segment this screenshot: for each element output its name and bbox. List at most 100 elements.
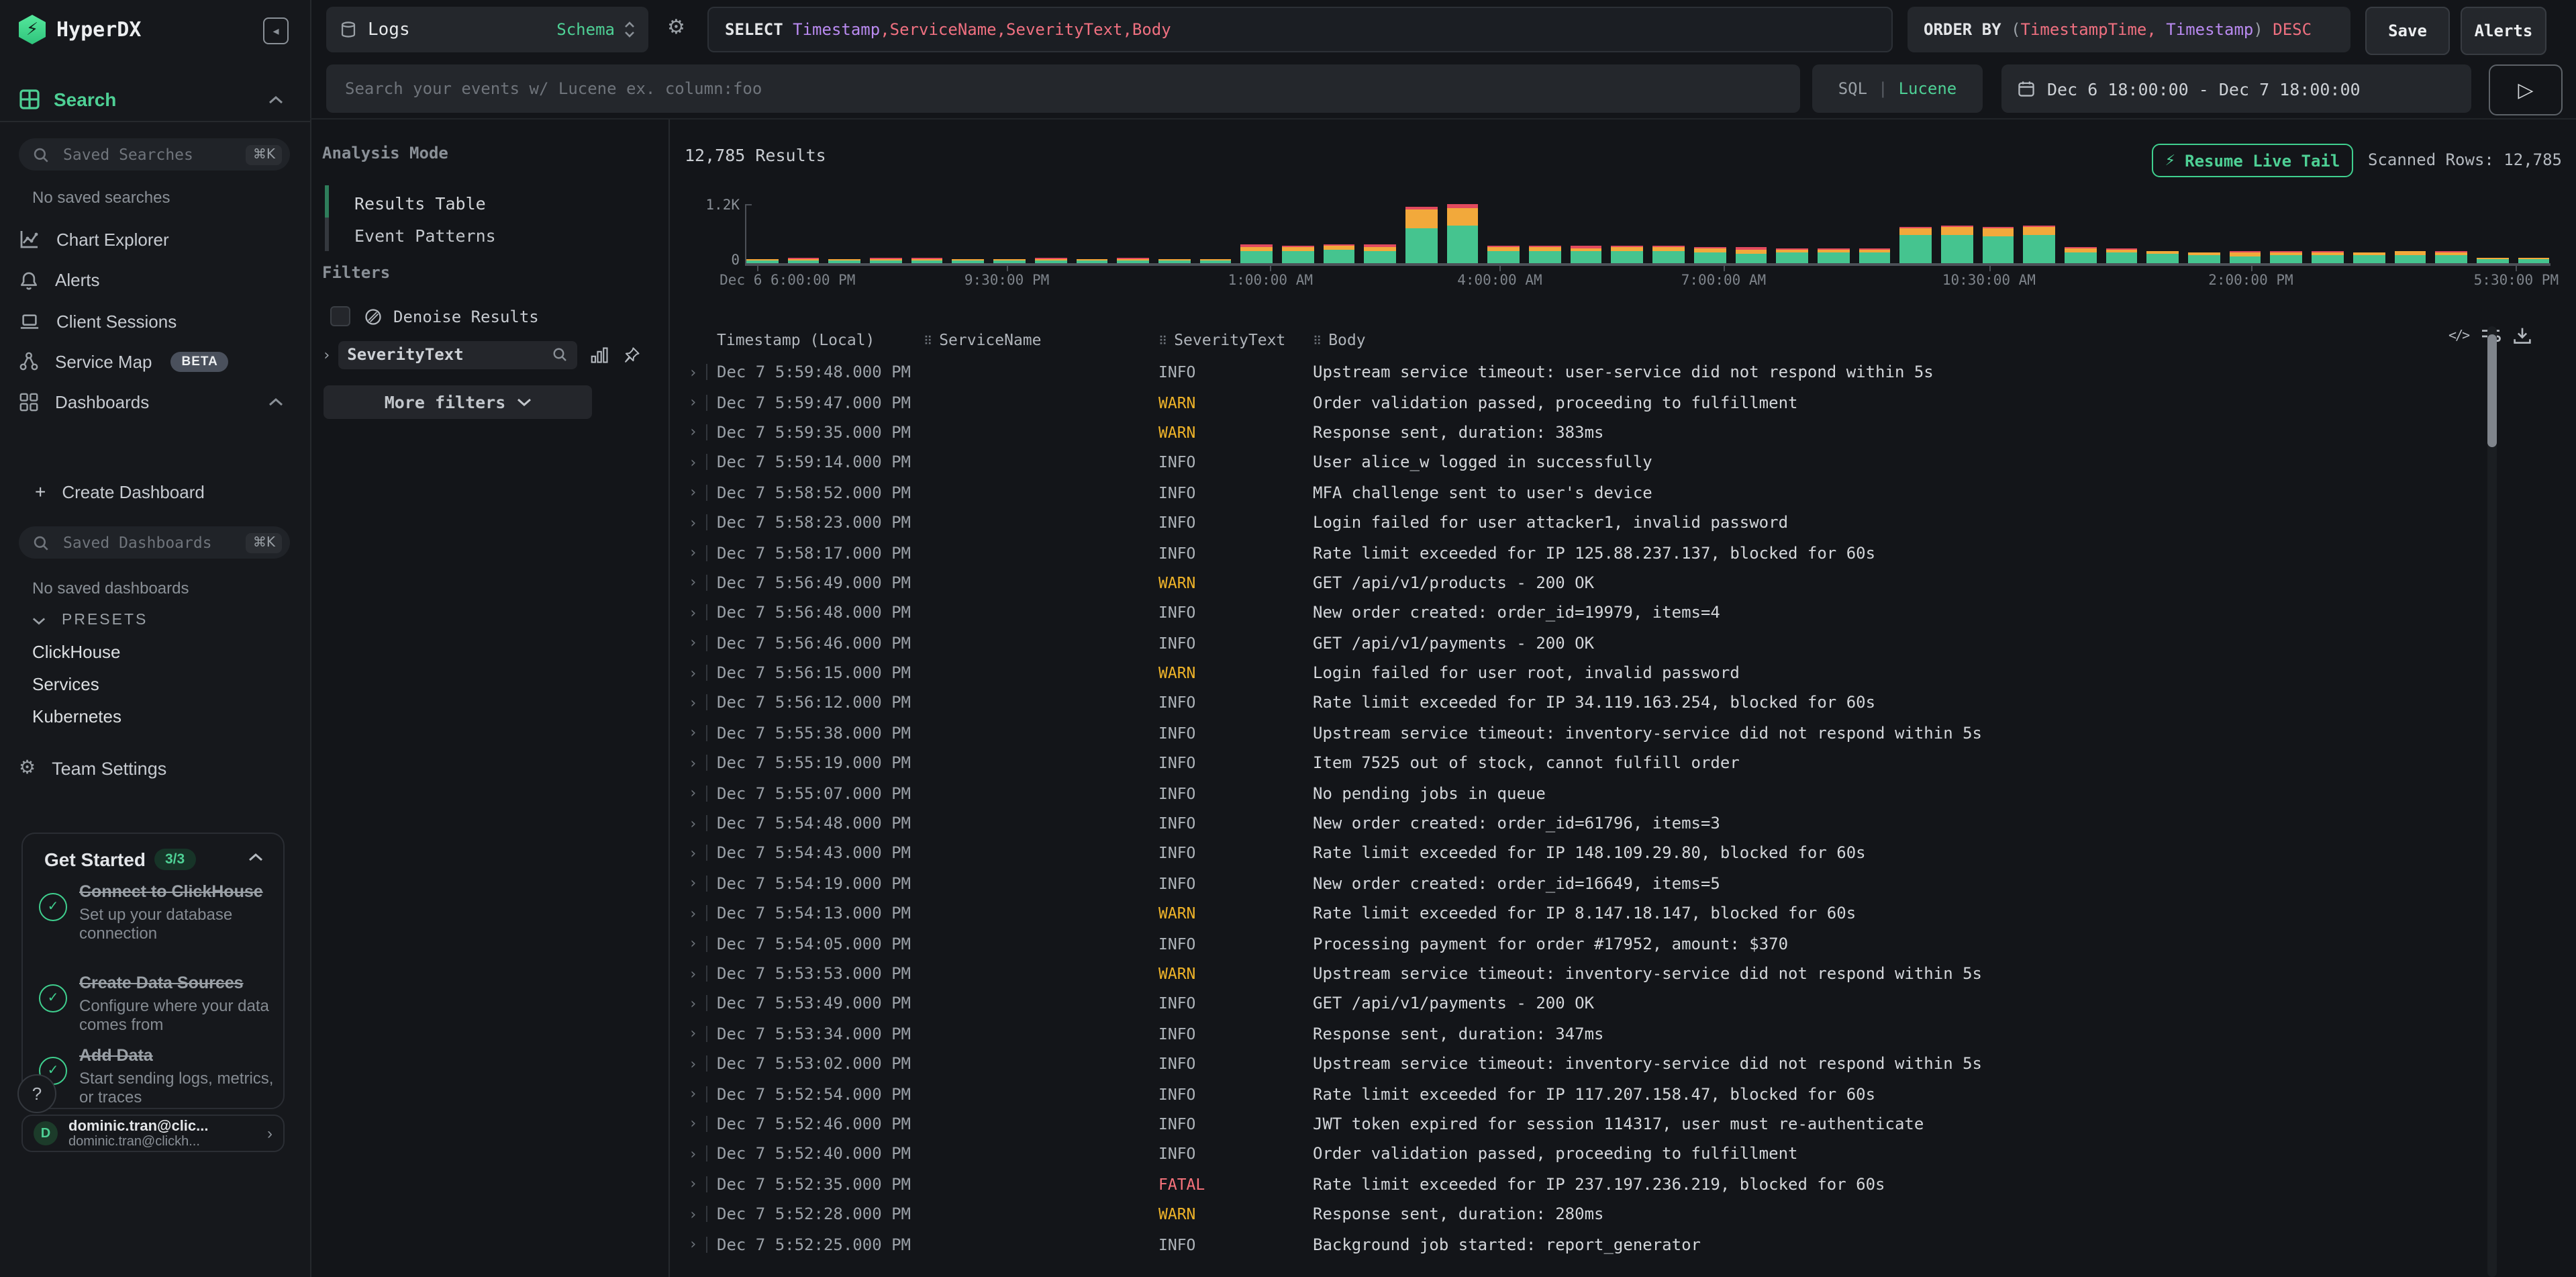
column-header-servicename[interactable]: ⠿ServiceName — [924, 330, 1158, 349]
get-started-task[interactable]: ✓ Add Data Start sending logs, metrics, … — [39, 1046, 275, 1108]
expand-row-icon[interactable]: › — [689, 1235, 697, 1253]
expand-row-icon[interactable]: › — [689, 544, 697, 561]
expand-row-icon[interactable]: › — [689, 1085, 697, 1102]
expand-row-icon[interactable]: › — [689, 694, 697, 712]
expand-row-icon[interactable]: › — [689, 755, 697, 772]
expand-row-icon[interactable]: › — [689, 424, 697, 441]
table-row[interactable]: › Dec 7 5:56:12.000 PM INFO Rate limit e… — [670, 688, 2495, 718]
expand-row-icon[interactable]: › — [689, 363, 697, 381]
select-clause-input[interactable]: SELECT Timestamp,ServiceName,SeverityTex… — [707, 7, 1893, 52]
denoise-results-toggle[interactable]: Denoise Results — [330, 306, 539, 326]
source-settings-gear-icon[interactable]: ⚙ — [667, 15, 685, 39]
table-row[interactable]: › Dec 7 5:53:49.000 PM INFO GET /api/v1/… — [670, 988, 2495, 1019]
histogram-bar[interactable] — [1405, 207, 1437, 263]
lucene-toggle[interactable]: Lucene — [1899, 79, 1957, 98]
histogram-bar[interactable] — [787, 258, 819, 264]
expand-row-icon[interactable]: › — [689, 1175, 697, 1192]
histogram-bar[interactable] — [2271, 252, 2302, 263]
table-row[interactable]: › Dec 7 5:54:48.000 PM INFO New order cr… — [670, 808, 2495, 839]
resume-live-tail-button[interactable]: ⚡ Resume Live Tail — [2152, 144, 2353, 177]
table-row[interactable]: › Dec 7 5:59:14.000 PM INFO User alice_w… — [670, 447, 2495, 477]
expand-row-icon[interactable]: › — [689, 724, 697, 742]
table-row[interactable]: › Dec 7 5:58:52.000 PM INFO MFA challeng… — [670, 477, 2495, 508]
code-view-icon[interactable]: </> — [2448, 328, 2469, 343]
histogram-bar[interactable] — [911, 258, 943, 263]
drag-handle-icon[interactable]: ⠿ — [924, 336, 932, 349]
presets-toggle[interactable]: PRESETS — [32, 612, 148, 628]
table-row[interactable]: › Dec 7 5:54:19.000 PM INFO New order cr… — [670, 868, 2495, 898]
table-row[interactable]: › Dec 7 5:55:38.000 PM INFO Upstream ser… — [670, 718, 2495, 748]
histogram-bar[interactable] — [1365, 245, 1396, 263]
expand-row-icon[interactable]: › — [689, 604, 697, 622]
histogram-bar[interactable] — [2065, 248, 2096, 263]
preset-services[interactable]: Services — [32, 674, 99, 694]
histogram-bar[interactable] — [2188, 252, 2220, 263]
preset-clickhouse[interactable]: ClickHouse — [32, 642, 121, 662]
scrollbar-thumb[interactable] — [2487, 334, 2497, 447]
expand-row-icon[interactable]: › — [689, 1055, 697, 1072]
table-row[interactable]: › Dec 7 5:53:53.000 PM WARN Upstream ser… — [670, 959, 2495, 989]
table-row[interactable]: › Dec 7 5:58:17.000 PM INFO Rate limit e… — [670, 538, 2495, 568]
histogram-bar[interactable] — [1241, 244, 1273, 263]
expand-row-icon[interactable]: › — [689, 1025, 697, 1043]
histogram-bar[interactable] — [1488, 246, 1520, 263]
table-row[interactable]: › Dec 7 5:55:07.000 PM INFO No pending j… — [670, 778, 2495, 808]
table-row[interactable]: › Dec 7 5:52:28.000 PM WARN Response sen… — [670, 1199, 2495, 1229]
severity-filter-field[interactable]: SeverityText — [338, 340, 577, 369]
expand-row-icon[interactable]: › — [689, 574, 697, 592]
expand-row-icon[interactable]: › — [689, 845, 697, 862]
get-started-task[interactable]: ✓ Connect to ClickHouse Set up your data… — [39, 882, 275, 944]
expand-row-icon[interactable]: › — [689, 514, 697, 531]
drag-handle-icon[interactable]: ⠿ — [1158, 336, 1167, 349]
table-scrollbar[interactable] — [2487, 326, 2497, 1277]
expand-row-icon[interactable]: › — [689, 393, 697, 411]
histogram-bar[interactable] — [2312, 251, 2343, 263]
histogram-bar[interactable] — [1900, 228, 1932, 264]
histogram-bar[interactable] — [2147, 250, 2179, 263]
saved-dashboards-input[interactable] — [60, 532, 246, 553]
alerts-button[interactable]: Alerts — [2461, 7, 2546, 55]
table-row[interactable]: › Dec 7 5:52:46.000 PM INFO JWT token ex… — [670, 1109, 2495, 1139]
column-header-severitytext[interactable]: ⠿SeverityText — [1158, 330, 1313, 349]
table-row[interactable]: › Dec 7 5:59:47.000 PM WARN Order valida… — [670, 387, 2495, 418]
histogram-bar[interactable] — [2353, 252, 2385, 263]
saved-searches-input[interactable] — [60, 144, 246, 165]
table-row[interactable]: › Dec 7 5:59:35.000 PM WARN Response sen… — [670, 418, 2495, 448]
expand-row-icon[interactable]: › — [689, 965, 697, 982]
date-range-picker[interactable]: Dec 6 18:00:00 - Dec 7 18:00:00 — [2001, 64, 2471, 113]
table-row[interactable]: › Dec 7 5:54:43.000 PM INFO Rate limit e… — [670, 839, 2495, 869]
denoise-checkbox[interactable] — [330, 306, 350, 326]
expand-row-icon[interactable]: › — [689, 784, 697, 802]
create-dashboard-button[interactable]: + Create Dashboard — [0, 473, 310, 510]
histogram-bar[interactable] — [2106, 248, 2137, 263]
run-query-button[interactable]: ▷ — [2489, 64, 2563, 115]
drag-handle-icon[interactable]: ⠿ — [1313, 336, 1322, 349]
expand-row-icon[interactable]: › — [689, 1115, 697, 1133]
sidebar-collapse-icon[interactable]: ◂ — [263, 17, 289, 44]
mode-results-table[interactable]: Results Table — [354, 193, 486, 214]
help-button[interactable]: ? — [17, 1074, 56, 1113]
sidebar-item-service-map[interactable]: Service Map BETA — [0, 342, 310, 380]
histogram-bar[interactable] — [2435, 252, 2467, 263]
table-row[interactable]: › Dec 7 5:56:48.000 PM INFO New order cr… — [670, 598, 2495, 628]
table-row[interactable]: › Dec 7 5:54:05.000 PM INFO Processing p… — [670, 929, 2495, 959]
table-row[interactable]: › Dec 7 5:52:54.000 PM INFO Rate limit e… — [670, 1079, 2495, 1109]
table-row[interactable]: › Dec 7 5:59:48.000 PM INFO Upstream ser… — [670, 357, 2495, 387]
sidebar-item-chart-explorer[interactable]: Chart Explorer — [0, 220, 310, 258]
histogram-bar[interactable] — [1694, 246, 1726, 263]
column-header-timestamp[interactable]: Timestamp (Local) — [717, 330, 924, 349]
expand-row-icon[interactable]: › — [689, 1205, 697, 1223]
histogram-bar[interactable] — [746, 258, 778, 263]
histogram-bar[interactable] — [1818, 249, 1849, 263]
preset-kubernetes[interactable]: Kubernetes — [32, 706, 121, 726]
user-account-button[interactable]: D dominic.tran@clic... dominic.tran@clic… — [21, 1115, 285, 1152]
mode-event-patterns[interactable]: Event Patterns — [354, 226, 496, 246]
table-row[interactable]: › Dec 7 5:52:25.000 PM INFO Background j… — [670, 1229, 2495, 1260]
more-filters-button[interactable]: More filters — [324, 385, 592, 419]
expand-row-icon[interactable]: › — [689, 875, 697, 892]
expand-row-icon[interactable]: › — [689, 1145, 697, 1163]
table-row[interactable]: › Dec 7 5:54:13.000 PM WARN Rate limit e… — [670, 898, 2495, 929]
table-row[interactable]: › Dec 7 5:56:15.000 PM WARN Login failed… — [670, 658, 2495, 688]
event-search-bar[interactable] — [326, 64, 1800, 113]
histogram-bar[interactable] — [1735, 247, 1767, 263]
